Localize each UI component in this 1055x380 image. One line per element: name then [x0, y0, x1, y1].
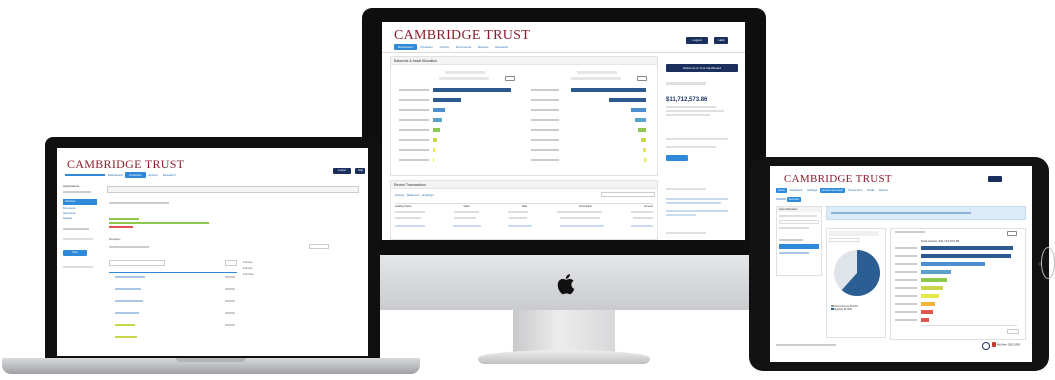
- laptop-tab-activity[interactable]: Activity: [146, 172, 160, 178]
- device-mockup-stage: CAMBRIDGE TRUST Logout Help Dashboard Po…: [0, 0, 1055, 380]
- tablet-home-ring: [1041, 247, 1055, 279]
- tablet-tab-holdings[interactable]: Holdings: [805, 188, 819, 193]
- right-sidebar: Welcome to Your Dashboard $11,712,573.86: [666, 56, 738, 236]
- tablet-tab-transactions[interactable]: Transactions: [846, 188, 865, 193]
- tab-dashboard[interactable]: Dashboard: [394, 44, 417, 50]
- tablet-bar-chart: [895, 246, 1021, 322]
- tablet-bar-panel: Total Assets: $11,712,573.86: [890, 228, 1026, 340]
- go-button[interactable]: [666, 155, 688, 161]
- transactions-panel: Recent Transactions Activity Balances Ho…: [390, 180, 658, 240]
- tablet-chart-options-button[interactable]: [1007, 231, 1017, 236]
- tab-balances[interactable]: Balances: [407, 193, 419, 197]
- imac-screen: CAMBRIDGE TRUST Logout Help Dashboard Po…: [382, 22, 745, 240]
- bar-chart-right: [531, 71, 653, 171]
- tablet-tab-reports[interactable]: Reports: [877, 188, 890, 193]
- table-tabs: Activity Balances Holdings: [395, 193, 434, 197]
- tablet-brand-logo: CAMBRIDGE TRUST: [784, 173, 892, 185]
- security-seal-icon: [982, 342, 990, 350]
- laptop-sidebar-title: Applications: [63, 184, 80, 188]
- legend-equities: Equities 61.59%: [834, 308, 852, 312]
- table-header: Holding Name Value Date Description Amou…: [395, 205, 653, 208]
- tab-holdings[interactable]: Holdings: [422, 193, 434, 197]
- laptop-link-3[interactable]: Link three: [243, 272, 254, 278]
- laptop-messages-title: Messages: [109, 238, 121, 241]
- tablet-tab-profile[interactable]: Profile: [865, 188, 876, 193]
- tab-activity[interactable]: Activity: [395, 193, 405, 197]
- pie-legend: Fixed Income 38.41% Equities 61.59%: [831, 305, 858, 311]
- total-value: $11,712,573.86: [666, 97, 708, 103]
- tablet-pie-panel: Fixed Income 38.41% Equities 61.59%: [826, 228, 886, 338]
- laptop-tab-dashboard[interactable]: Dashboard: [106, 172, 125, 178]
- tablet-tab-summary[interactable]: Summary: [786, 197, 802, 202]
- laptop-notch: [176, 358, 246, 362]
- tablet-left-panel: Asset Allocation: [776, 206, 822, 276]
- logout-button[interactable]: Logout: [686, 37, 708, 44]
- allocation-pie-chart: [834, 250, 880, 296]
- help-button[interactable]: Help: [714, 37, 729, 44]
- laptop-screen: CAMBRIDGE TRUST Logout Help Dashboard Po…: [57, 148, 368, 356]
- laptop-sidebar: Applications Overview Documents Statemen…: [63, 184, 101, 354]
- tablet-info-banner: [826, 206, 1026, 220]
- tab-research[interactable]: Research: [492, 44, 511, 50]
- laptop-nav: Dashboard Positions Activity Research: [65, 172, 178, 178]
- bar-chart-left: [399, 71, 521, 171]
- tablet-nav: Home Dashboard Holdings Account Overview…: [776, 188, 890, 193]
- laptop-sidebar-item-settings[interactable]: Settings: [63, 217, 101, 220]
- tablet-menu-button[interactable]: [988, 176, 1002, 182]
- tablet-subnav: Summary: [776, 197, 802, 202]
- laptop-sidebar-item-statements[interactable]: Statements: [63, 212, 101, 215]
- laptop-help-button[interactable]: Help: [355, 168, 366, 174]
- welcome-button[interactable]: Welcome to Your Dashboard: [666, 64, 738, 72]
- laptop-logout-button[interactable]: Logout: [333, 168, 351, 174]
- laptop-brand-logo: CAMBRIDGE TRUST: [67, 157, 185, 171]
- laptop-tab-research[interactable]: Research: [161, 172, 178, 178]
- laptop-filter-button[interactable]: [225, 260, 237, 266]
- tab-reports[interactable]: Reports: [475, 44, 492, 50]
- brand-logo: CAMBRIDGE TRUST: [394, 28, 531, 43]
- mcafee-badge: McAfee SECURE: [992, 342, 1020, 347]
- tab-positions[interactable]: Positions: [418, 44, 436, 50]
- apple-logo-icon: [557, 274, 575, 295]
- tablet-export-button[interactable]: [1007, 329, 1019, 334]
- tablet-chart-title: Total Assets: $11,712,573.86: [921, 239, 960, 243]
- tablet-tab-account-overview[interactable]: Account Overview: [819, 188, 845, 193]
- laptop-sidebar-item-documents[interactable]: Documents: [63, 207, 101, 210]
- main-nav: Dashboard Positions Activity Documents R…: [394, 44, 511, 50]
- tablet-tab-home[interactable]: Home: [776, 188, 787, 193]
- tab-activity[interactable]: Activity: [437, 44, 453, 50]
- laptop-new-button[interactable]: New: [63, 250, 87, 256]
- tablet-tab-dashboard[interactable]: Dashboard: [788, 188, 805, 193]
- panel-title: Balances & Asset Allocation: [391, 57, 657, 65]
- tablet-screen: CAMBRIDGE TRUST Home Dashboard Holdings …: [770, 166, 1032, 362]
- transactions-title: Recent Transactions: [391, 181, 657, 189]
- imac-stand-foot: [478, 350, 650, 364]
- laptop-search-input[interactable]: [109, 260, 165, 266]
- laptop-links: Link one Link two Link three: [243, 260, 254, 278]
- laptop-sidebar-item-overview[interactable]: Overview: [63, 199, 97, 205]
- tablet-left-panel-title: Asset Allocation: [777, 207, 821, 212]
- tab-documents[interactable]: Documents: [453, 44, 474, 50]
- mcafee-shield-icon: [992, 342, 996, 347]
- allocation-panel: Balances & Asset Allocation: [390, 56, 658, 176]
- laptop-tab-positions[interactable]: Positions: [125, 172, 146, 178]
